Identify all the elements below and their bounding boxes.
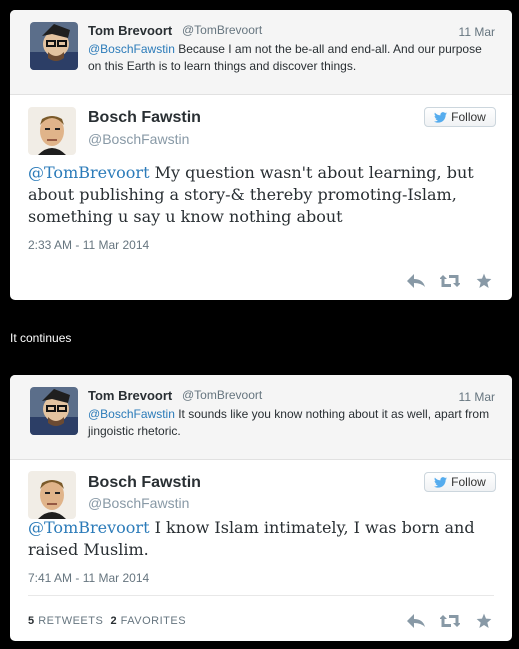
reply-text: @BoschFawstin Because I am not the be-al…	[88, 41, 498, 75]
mention-link[interactable]: @TomBrevoort	[28, 163, 150, 182]
tweet-timestamp[interactable]: 2:33 AM - 11 Mar 2014	[28, 238, 149, 252]
tweet-actions	[406, 612, 494, 630]
twitter-bird-icon	[434, 476, 448, 488]
reply-author-name[interactable]: Tom Brevoort	[88, 23, 172, 38]
author-handle[interactable]: @BoschFawstin	[88, 131, 189, 147]
caption-text: It continues	[10, 331, 72, 345]
tweet-timestamp[interactable]: 7:41 AM - 11 Mar 2014	[28, 571, 149, 585]
reply-tweet: Tom Brevoort @TomBrevoort 11 Mar @BoschF…	[10, 375, 512, 460]
reply-author-handle[interactable]: @TomBrevoort	[182, 23, 262, 37]
avatar-tom-brevoort[interactable]	[30, 22, 78, 70]
tweet-text: @TomBrevoort I know Islam intimately, I …	[28, 517, 494, 561]
follow-label: Follow	[451, 475, 486, 489]
tweet-text: @TomBrevoort My question wasn't about le…	[28, 162, 494, 228]
retweets-label[interactable]: RETWEETS	[38, 615, 103, 627]
mention-link[interactable]: @BoschFawstin	[88, 42, 175, 56]
twitter-bird-icon	[434, 111, 448, 123]
mention-link[interactable]: @TomBrevoort	[28, 518, 150, 537]
favorites-label[interactable]: FAVORITES	[121, 615, 186, 627]
reply-tweet: Tom Brevoort @TomBrevoort 11 Mar @BoschF…	[10, 10, 512, 95]
avatar-tom-brevoort[interactable]	[30, 387, 78, 435]
avatar-bosch-fawstin[interactable]	[28, 107, 76, 155]
tweet-stats: 5 RETWEETS 2 FAVORITES	[28, 615, 186, 627]
mention-link[interactable]: @BoschFawstin	[88, 407, 175, 421]
retweet-icon[interactable]	[440, 272, 460, 290]
reply-text: @BoschFawstin It sounds like you know no…	[88, 406, 498, 440]
reply-icon[interactable]	[406, 272, 426, 290]
retweets-count[interactable]: 5	[28, 615, 35, 627]
avatar-bosch-fawstin[interactable]	[28, 471, 76, 519]
follow-button[interactable]: Follow	[424, 107, 496, 127]
author-handle[interactable]: @BoschFawstin	[88, 495, 189, 511]
favorite-icon[interactable]	[474, 612, 494, 630]
tweet-actions	[406, 272, 494, 290]
reply-date[interactable]: 11 Mar	[459, 390, 495, 404]
follow-button[interactable]: Follow	[424, 472, 496, 492]
tweet-card-1: Tom Brevoort @TomBrevoort 11 Mar @BoschF…	[10, 10, 512, 300]
author-name[interactable]: Bosch Fawstin	[88, 474, 201, 492]
favorite-icon[interactable]	[474, 272, 494, 290]
reply-author-handle[interactable]: @TomBrevoort	[182, 388, 262, 402]
reply-icon[interactable]	[406, 612, 426, 630]
favorites-count[interactable]: 2	[110, 615, 117, 627]
tweet-card-2: Tom Brevoort @TomBrevoort 11 Mar @BoschF…	[10, 375, 512, 641]
reply-author-name[interactable]: Tom Brevoort	[88, 388, 172, 403]
divider	[28, 595, 494, 596]
reply-date[interactable]: 11 Mar	[459, 25, 495, 39]
retweet-icon[interactable]	[440, 612, 460, 630]
author-name[interactable]: Bosch Fawstin	[88, 109, 201, 127]
follow-label: Follow	[451, 110, 486, 124]
